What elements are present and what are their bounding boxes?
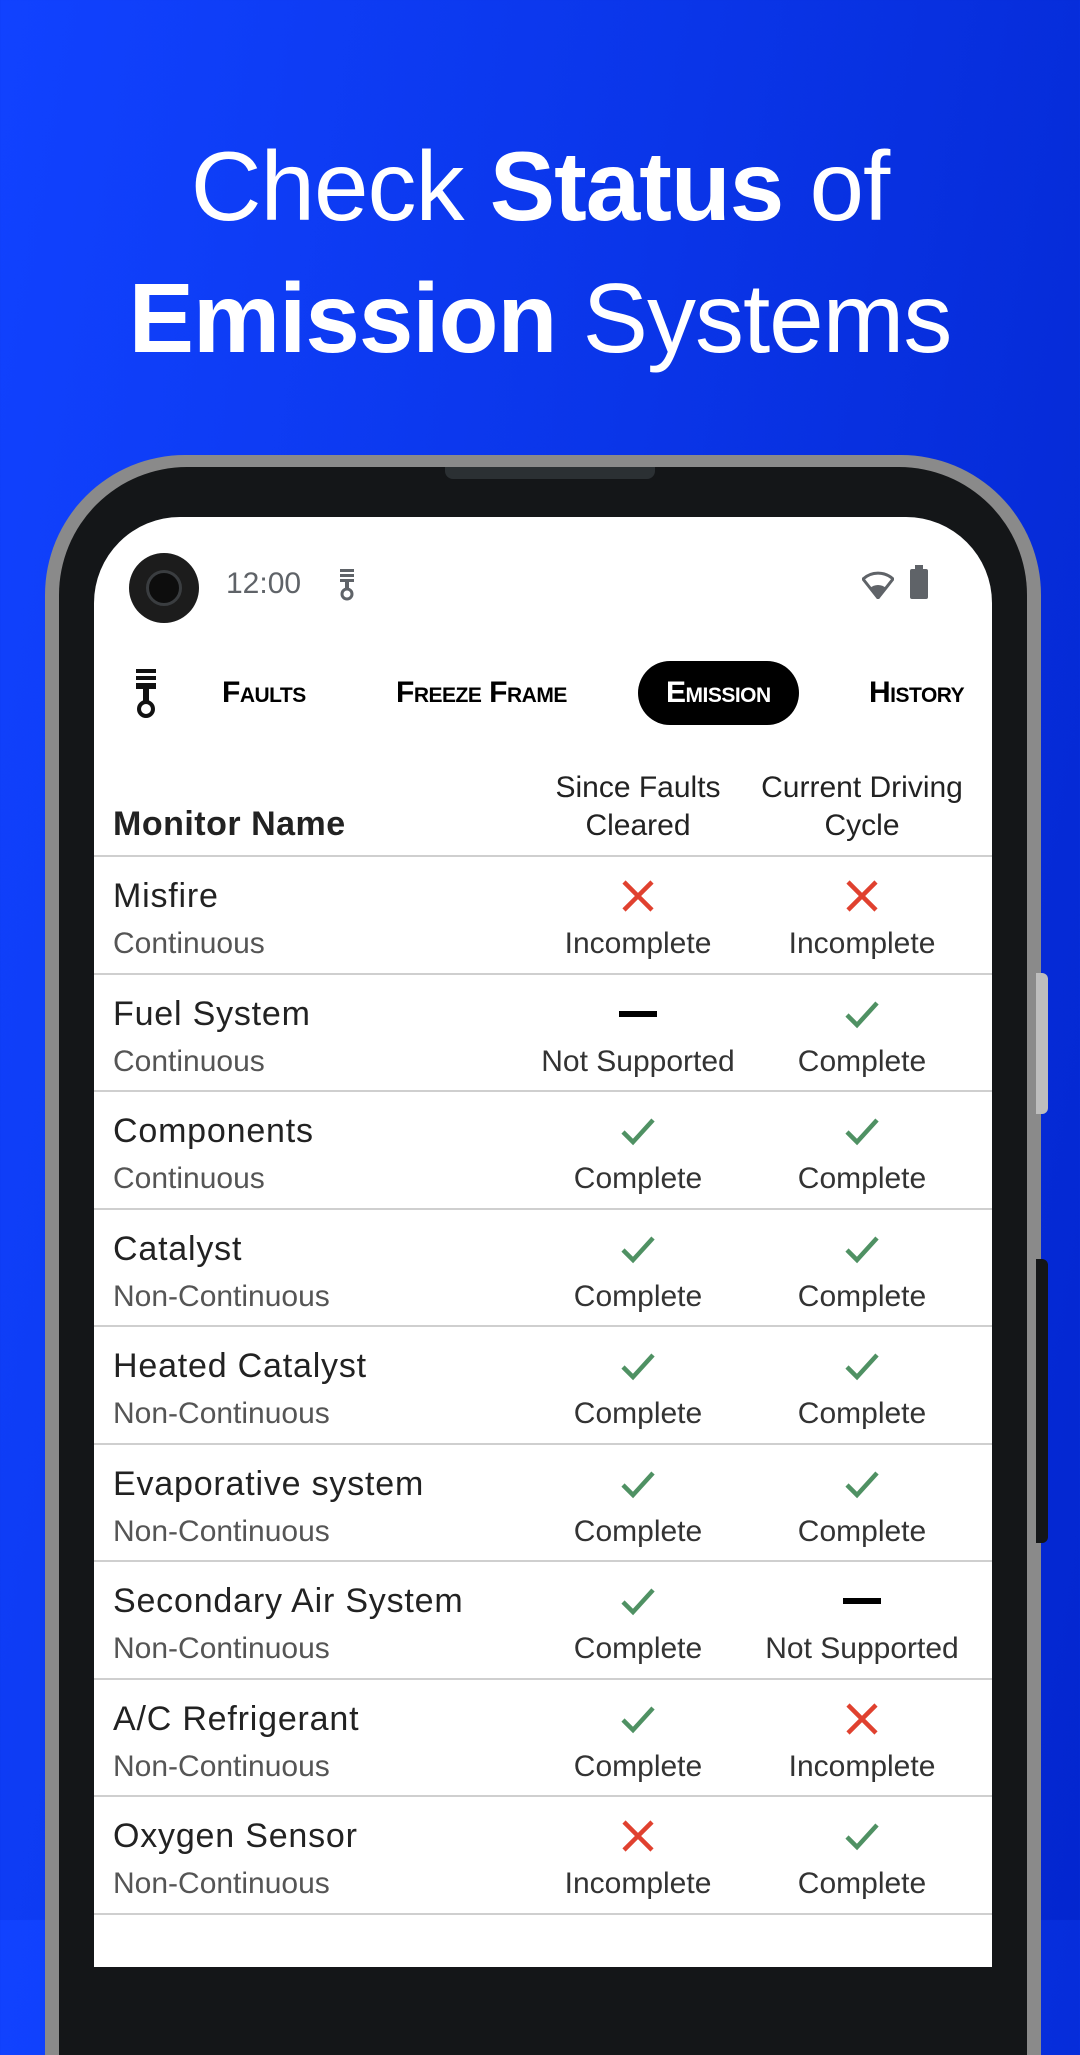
status-text: Not Supported [541, 1044, 735, 1078]
headline-text: of [783, 131, 891, 241]
status-text: Complete [573, 1162, 703, 1195]
headline-bold: Emission [128, 263, 558, 373]
since-faults-cleared-cell: Complete [523, 1680, 753, 1797]
headline-line-1: Check Status of [0, 126, 1080, 246]
table-row[interactable]: Evaporative system Non-Continuous Complete… [94, 1442, 992, 1562]
status-text: Complete [573, 1397, 703, 1430]
phone-screen: 12:00 Faults Freeze Frame Emission Histo… [94, 517, 992, 1967]
status-text: Incomplete [788, 1749, 936, 1783]
monitor-name: Components [113, 1112, 314, 1150]
headline-text: Check [190, 131, 490, 241]
status-text: Incomplete [564, 927, 712, 960]
monitor-name: Misfire [113, 877, 219, 915]
table-row[interactable]: Misfire Continuous Incomplete Incomplete [94, 855, 992, 973]
monitor-name: Oxygen Sensor [113, 1817, 358, 1855]
camera-icon [129, 553, 199, 623]
monitor-name: Heated Catalyst [113, 1347, 367, 1385]
status-text: Not Supported [765, 1632, 959, 1665]
since-faults-cleared-cell: Complete [523, 1327, 753, 1444]
current-driving-cycle-cell: Incomplete [747, 857, 977, 974]
table-row[interactable]: A/C Refrigerant Non-Continuous Complete Inc… [94, 1677, 992, 1797]
status-text: Complete [573, 1749, 703, 1783]
current-driving-cycle-cell: Incomplete [747, 1680, 977, 1797]
status-text: Complete [573, 1279, 703, 1313]
since-faults-cleared-cell: Not Supported [523, 975, 753, 1092]
monitor-type: Non-Continuous [113, 1632, 330, 1665]
monitor-type: Non-Continuous [113, 1397, 330, 1430]
current-driving-cycle-cell: Complete [747, 1445, 977, 1562]
status-text: Incomplete [564, 1867, 712, 1900]
since-faults-cleared-cell: Complete [523, 1445, 753, 1562]
current-driving-cycle-cell: Complete [747, 1210, 977, 1327]
status-text: Complete [797, 1867, 927, 1900]
status-text: Complete [797, 1397, 927, 1430]
status-text: Incomplete [788, 927, 936, 960]
headline-bold: Status [489, 131, 785, 241]
status-text: Complete [797, 1514, 927, 1548]
current-driving-cycle-cell: Complete [747, 1797, 977, 1914]
monitor-name: A/C Refrigerant [113, 1699, 360, 1738]
column-header-monitor-name: Monitor Name [113, 805, 346, 843]
tab-freeze-frame[interactable]: Freeze Frame [396, 661, 567, 725]
table-row[interactable]: Components Continuous Complete Complete [94, 1090, 992, 1208]
current-driving-cycle-cell: Complete [747, 1327, 977, 1444]
since-faults-cleared-cell: Complete [523, 1092, 753, 1209]
table-row[interactable]: Fuel System Continuous Not Supported Comple… [94, 972, 992, 1092]
table-row[interactable]: Catalyst Non-Continuous Complete Complete [94, 1207, 992, 1327]
battery-icon [910, 565, 928, 599]
since-faults-cleared-cell: Incomplete [523, 1797, 753, 1914]
since-faults-cleared-cell: Complete [523, 1210, 753, 1327]
app-piston-icon[interactable] [134, 669, 158, 719]
monitor-name: Secondary Air System [113, 1582, 464, 1620]
column-header-since-faults-cleared: Since Faults Cleared [555, 771, 721, 842]
tab-bar: Faults Freeze Frame Emission History [94, 661, 992, 725]
monitor-table: Misfire Continuous Incomplete Incomplete Fue… [94, 855, 992, 1967]
monitor-name: Evaporative system [113, 1464, 425, 1503]
current-driving-cycle-cell: Not Supported [747, 1562, 977, 1679]
table-row[interactable]: Secondary Air System Non-Continuous Comple… [94, 1560, 992, 1678]
tab-history[interactable]: History [869, 661, 965, 725]
table-row[interactable]: Heated Catalyst Non-Continuous Complete Com… [94, 1325, 992, 1443]
monitor-type: Non-Continuous [113, 1514, 330, 1548]
monitor-name: Fuel System [113, 994, 311, 1033]
monitor-type: Non-Continuous [113, 1749, 330, 1783]
status-text: Complete [797, 1044, 927, 1078]
current-driving-cycle-cell: Complete [747, 975, 977, 1092]
piston-icon [340, 569, 354, 601]
monitor-type: Continuous [113, 927, 265, 960]
headline-text: Systems [556, 263, 953, 373]
since-faults-cleared-cell: Incomplete [523, 857, 753, 974]
status-text: Complete [573, 1632, 703, 1665]
status-text: Complete [573, 1514, 703, 1548]
phone-speaker [445, 467, 655, 479]
phone-power-button [1036, 973, 1048, 1114]
wifi-icon [862, 571, 894, 599]
tab-emission[interactable]: Emission [638, 661, 799, 725]
table-row[interactable]: Oxygen Sensor Non-Continuous Incomplete Com… [94, 1795, 992, 1913]
status-text: Complete [797, 1162, 927, 1195]
monitor-type: Continuous [113, 1162, 265, 1195]
monitor-name: Catalyst [113, 1229, 243, 1268]
phone-volume-button [1036, 1259, 1048, 1543]
monitor-type: Non-Continuous [113, 1867, 330, 1900]
tab-faults[interactable]: Faults [222, 661, 306, 725]
current-driving-cycle-cell: Complete [747, 1092, 977, 1209]
since-faults-cleared-cell: Complete [523, 1562, 753, 1679]
status-text: Complete [797, 1279, 927, 1313]
status-time: 12:00 [226, 567, 302, 600]
column-header-current-driving-cycle: Current Driving Cycle [761, 771, 963, 842]
monitor-type: Non-Continuous [113, 1279, 330, 1313]
monitor-type: Continuous [113, 1044, 265, 1078]
table-row-partial [94, 1912, 992, 1968]
headline-line-2: Emission Systems [0, 258, 1080, 378]
